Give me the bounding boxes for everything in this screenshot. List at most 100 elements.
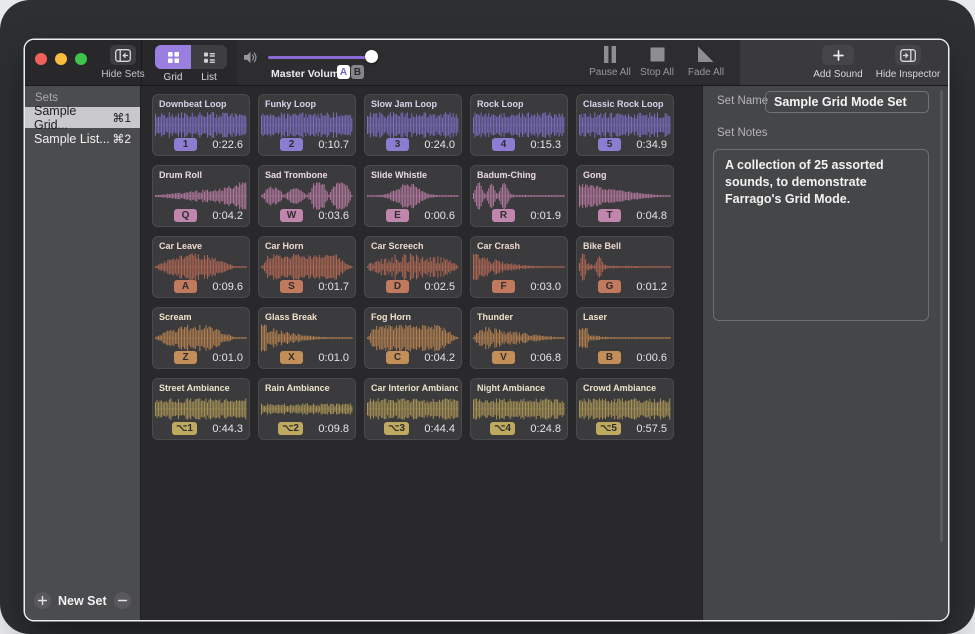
output-b-button[interactable]: B (351, 65, 364, 79)
add-set-button[interactable] (34, 592, 51, 609)
fade-all-button[interactable]: Fade All (683, 46, 729, 78)
sound-tile[interactable]: Rock Loop40:15.3 (470, 94, 568, 156)
fade-icon (698, 46, 714, 63)
sound-tile-name: Car Interior Ambiance (371, 383, 458, 393)
waveform (579, 181, 671, 211)
key-badge: X (280, 351, 303, 364)
sound-tile[interactable]: Badum-ChingR0:01.9 (470, 165, 568, 227)
pause-all-label: Pause All (589, 67, 631, 78)
sound-tile-name: Thunder (477, 312, 564, 322)
duration-label: 0:01.7 (311, 281, 349, 293)
plus-icon (38, 596, 47, 605)
sound-tile[interactable]: Car LeaveA0:09.6 (152, 236, 250, 298)
waveform (367, 181, 459, 211)
sound-tile[interactable]: ScreamZ0:01.0 (152, 307, 250, 369)
inspector-scrollbar[interactable] (940, 90, 943, 542)
add-sound-button[interactable]: Add Sound (810, 45, 866, 80)
sound-tile[interactable]: GongT0:04.8 (576, 165, 674, 227)
duration-label: 0:04.8 (629, 210, 667, 222)
sound-tile-name: Badum-Ching (477, 170, 564, 180)
add-sound-icon (822, 45, 854, 65)
waveform (155, 323, 247, 353)
sound-tile[interactable]: Street Ambiance⌥10:44.3 (152, 378, 250, 440)
duration-label: 0:00.6 (417, 210, 455, 222)
key-badge: D (386, 280, 409, 293)
set-notes-field[interactable]: A collection of 25 assorted sounds, to d… (713, 149, 929, 321)
sound-tile[interactable]: Car CrashF0:03.0 (470, 236, 568, 298)
key-badge: 4 (492, 138, 515, 151)
minimize-button[interactable] (55, 53, 67, 65)
grid-view-button[interactable] (155, 45, 191, 69)
duration-label: 0:44.4 (417, 423, 455, 435)
close-button[interactable] (35, 53, 47, 65)
waveform (367, 110, 459, 140)
sound-tile[interactable]: Slide WhistleE0:00.6 (364, 165, 462, 227)
sound-tile[interactable]: Night Ambiance⌥40:24.8 (470, 378, 568, 440)
key-badge: ⌥3 (384, 422, 409, 435)
pause-all-button[interactable]: Pause All (587, 46, 633, 78)
list-view-button[interactable] (191, 45, 227, 69)
duration-label: 0:04.2 (417, 352, 455, 364)
sound-tile[interactable]: LaserB0:00.6 (576, 307, 674, 369)
set-item-shortcut: ⌘1 (112, 111, 131, 125)
key-badge: Z (174, 351, 197, 364)
duration-label: 0:01.0 (311, 352, 349, 364)
key-badge: T (598, 209, 621, 222)
duration-label: 0:01.2 (629, 281, 667, 293)
hide-inspector-label: Hide Inspector (876, 69, 940, 80)
app-window: Hide Sets Grid List (25, 40, 948, 620)
waveform (367, 252, 459, 282)
sound-tile[interactable]: Sad TromboneW0:03.6 (258, 165, 356, 227)
new-set-label: New Set (58, 594, 107, 608)
sound-tile[interactable]: Crowd Ambiance⌥50:57.5 (576, 378, 674, 440)
remove-set-button[interactable] (114, 592, 131, 609)
toolbar: Hide Sets Grid List (25, 40, 948, 86)
key-badge: Q (174, 209, 197, 222)
grid-label: Grid (155, 72, 191, 83)
sound-tile[interactable]: Downbeat Loop10:22.6 (152, 94, 250, 156)
list-label: List (191, 72, 227, 83)
sound-tile-name: Slow Jam Loop (371, 99, 458, 109)
sound-tile-name: Fog Horn (371, 312, 458, 322)
sound-tile-name: Downbeat Loop (159, 99, 246, 109)
duration-label: 0:44.3 (205, 423, 243, 435)
volume-knob[interactable] (365, 50, 378, 63)
duration-label: 0:00.6 (629, 352, 667, 364)
hide-sets-button[interactable]: Hide Sets (97, 45, 149, 80)
sound-tile[interactable]: Slow Jam Loop30:24.0 (364, 94, 462, 156)
sound-tile[interactable]: Glass BreakX0:01.0 (258, 307, 356, 369)
sound-tile[interactable]: Car Interior Ambiance ⌥3 0:44.4 (364, 378, 462, 440)
add-sound-label: Add Sound (813, 69, 863, 80)
grid-icon (167, 51, 180, 64)
hide-inspector-button[interactable]: Hide Inspector (871, 45, 945, 80)
sound-tile-name: Car Crash (477, 241, 564, 251)
set-name-input[interactable] (765, 91, 929, 113)
output-selector: A B (337, 65, 364, 79)
sound-tile[interactable]: Car HornS0:01.7 (258, 236, 356, 298)
duration-label: 0:24.8 (523, 423, 561, 435)
sidebar-set-item[interactable]: Sample Grid...⌘1 (25, 107, 140, 128)
speaker-icon (244, 51, 260, 64)
sound-tile[interactable]: Rain Ambiance⌥20:09.8 (258, 378, 356, 440)
sound-tile[interactable]: Bike BellG0:01.2 (576, 236, 674, 298)
sound-tile[interactable]: Fog Horn C 0:04.2 (364, 307, 462, 369)
output-a-button[interactable]: A (337, 65, 350, 79)
sound-tile[interactable]: Car ScreechD0:02.5 (364, 236, 462, 298)
sound-tile[interactable]: Funky Loop20:10.7 (258, 94, 356, 156)
stop-all-button[interactable]: Stop All (635, 46, 679, 78)
sound-tile-name: Car Horn (265, 241, 352, 251)
sound-tile[interactable]: Drum RollQ0:04.2 (152, 165, 250, 227)
sound-tile[interactable]: Classic Rock Loop50:34.9 (576, 94, 674, 156)
sets-header: Sets (35, 92, 140, 104)
list-icon (203, 51, 216, 64)
zoom-button[interactable] (75, 53, 87, 65)
key-badge: ⌥1 (172, 422, 197, 435)
set-name-label: Set Name (717, 95, 768, 107)
sound-tile[interactable]: ThunderV0:06.8 (470, 307, 568, 369)
key-badge: C (386, 351, 409, 364)
key-badge: 3 (386, 138, 409, 151)
presentation-backdrop: Hide Sets Grid List (0, 0, 975, 634)
sidebar-set-item[interactable]: Sample List...⌘2 (25, 128, 140, 149)
set-item-shortcut: ⌘2 (112, 132, 131, 146)
master-volume-slider[interactable] (268, 50, 372, 64)
